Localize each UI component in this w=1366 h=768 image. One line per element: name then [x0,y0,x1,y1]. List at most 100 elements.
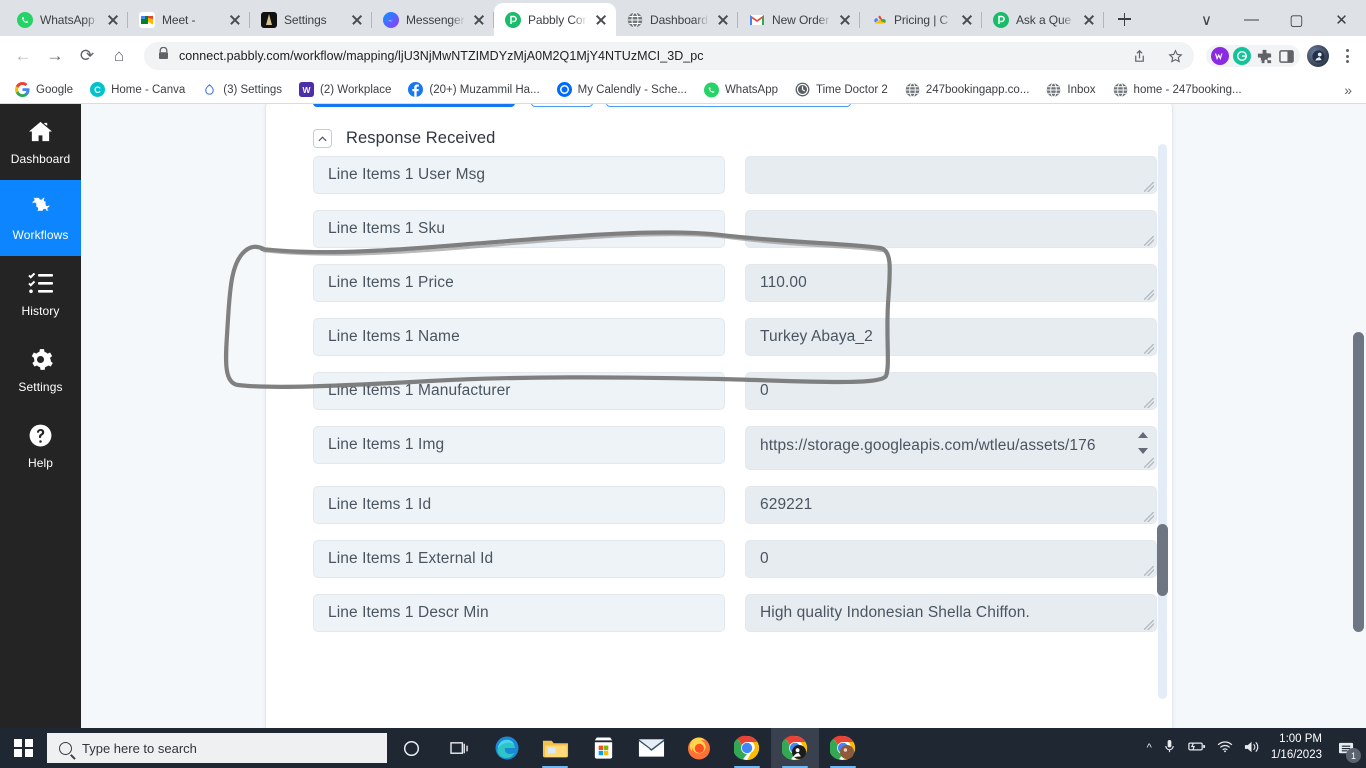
browser-tab-9[interactable]: Ask a Que [982,3,1104,36]
close-icon[interactable] [838,13,852,27]
tray-chevron-icon[interactable]: ^ [1147,742,1152,754]
close-icon[interactable] [106,13,120,27]
taskbar-app-google-chrome-icon-2[interactable] [771,728,819,768]
tab-search-chevron-icon[interactable]: ∨ [1184,3,1229,36]
bookmark-item[interactable]: Time Doctor 2 [788,79,895,100]
resize-grip-icon[interactable] [1144,344,1154,354]
sidebar-item-history[interactable]: History [0,256,81,332]
forward-button[interactable]: → [40,41,70,71]
sidebar-item-settings[interactable]: Settings [0,332,81,408]
bookmark-item[interactable]: Inbox [1039,79,1102,100]
share-icon[interactable] [1126,43,1152,69]
home-button[interactable]: ⌂ [104,41,134,71]
three-dot-menu-icon[interactable] [1336,45,1358,67]
bookmark-item[interactable]: (3) Settings [195,79,289,100]
secondary-small-button[interactable] [531,104,593,107]
resize-grip-icon[interactable] [1144,458,1154,468]
bookmark-item[interactable]: WhatsApp [697,79,785,100]
search-input[interactable]: Type here to search [47,733,387,763]
resize-grip-icon[interactable] [1144,236,1154,246]
field-value-textarea[interactable]: 629221 [745,486,1157,524]
field-key-input[interactable]: Line Items 1 Descr Min [313,594,725,632]
field-value-textarea[interactable]: https://storage.googleapis.com/wtleu/ass… [745,426,1157,470]
field-key-input[interactable]: Line Items 1 Price [313,264,725,302]
puzzle-extensions-icon[interactable] [1255,47,1273,65]
address-bar[interactable]: connect.pabbly.com/workflow/mapping/ljU3… [144,42,1194,70]
close-window-button[interactable]: ✕ [1319,3,1364,36]
resize-grip-icon[interactable] [1144,182,1154,192]
close-icon[interactable] [960,13,974,27]
resize-grip-icon[interactable] [1144,290,1154,300]
bookmark-item[interactable]: Google [8,79,80,100]
browser-tab-8[interactable]: Pricing | C [860,3,982,36]
field-key-input[interactable]: Line Items 1 User Msg [313,156,725,194]
field-key-input[interactable]: Line Items 1 Id [313,486,725,524]
bookmark-item[interactable]: My Calendly - Sche... [550,79,694,100]
bookmark-item[interactable]: W (2) Workplace [292,79,398,100]
taskbar-app-google-chrome-icon[interactable] [723,728,771,768]
card-scrollbar-thumb[interactable] [1157,524,1168,596]
close-icon[interactable] [716,13,730,27]
taskbar-app-file-explorer-icon[interactable] [531,728,579,768]
field-value-textarea[interactable] [745,210,1157,248]
browser-tab-4[interactable]: Messenger [372,3,494,36]
maximize-button[interactable]: ▢ [1274,3,1319,36]
secondary-wide-button[interactable] [606,104,851,107]
browser-tab-5[interactable]: Pabbly Con [494,3,616,36]
wifi-icon[interactable] [1217,740,1233,756]
close-icon[interactable] [472,13,486,27]
reload-button[interactable]: ⟳ [72,41,102,71]
browser-tab-3[interactable]: Settings [250,3,372,36]
bookmark-item[interactable]: C Home - Canva [83,79,192,100]
field-value-textarea[interactable] [745,156,1157,194]
field-value-textarea[interactable]: 0 [745,372,1157,410]
field-key-input[interactable]: Line Items 1 Manufacturer [313,372,725,410]
close-icon[interactable] [1082,13,1096,27]
browser-tab-1[interactable]: WhatsApp [6,3,128,36]
field-key-input[interactable]: Line Items 1 External Id [313,540,725,578]
sidebar-item-help[interactable]: Help [0,408,81,484]
resize-grip-icon[interactable] [1144,620,1154,630]
chevron-up-icon[interactable] [313,129,332,148]
resize-grip-icon[interactable] [1144,566,1154,576]
bookmark-item[interactable]: (20+) Muzammil Ha... [401,79,546,100]
close-icon[interactable] [594,13,608,27]
card-scrollbar-track[interactable] [1158,144,1167,699]
grammarly-extension-icon[interactable] [1233,47,1251,65]
cortana-circle-icon[interactable] [387,728,435,768]
page-scrollbar-thumb[interactable] [1353,332,1364,632]
close-icon[interactable] [228,13,242,27]
field-value-textarea[interactable]: High quality Indonesian Shella Chiffon. [745,594,1157,632]
notification-icon[interactable]: 1 [1333,735,1361,763]
response-received-header[interactable]: Response Received [288,113,1152,156]
clock[interactable]: 1:00 PM 1/16/2023 [1271,732,1322,763]
star-icon[interactable] [1162,43,1188,69]
resize-grip-icon[interactable] [1144,398,1154,408]
field-key-input[interactable]: Line Items 1 Img [313,426,725,464]
value-spinner-icon[interactable] [1138,432,1150,454]
taskbar-app-microsoft-edge-icon[interactable] [483,728,531,768]
windows-start-icon[interactable] [0,728,47,768]
field-value-textarea[interactable]: 0 [745,540,1157,578]
sidebar-item-workflows[interactable]: Workflows [0,180,81,256]
battery-charging-icon[interactable] [1187,740,1206,756]
taskbar-app-google-chrome-icon-3[interactable] [819,728,867,768]
browser-tab-2[interactable]: Meet - [128,3,250,36]
speaker-icon[interactable] [1244,740,1260,757]
task-view-icon[interactable] [435,728,483,768]
taskbar-app-mail-icon[interactable] [627,728,675,768]
browser-tab-6[interactable]: Dashboard [616,3,738,36]
minimize-button[interactable]: — [1229,3,1274,36]
field-key-input[interactable]: Line Items 1 Sku [313,210,725,248]
taskbar-app-microsoft-store-icon[interactable] [579,728,627,768]
microphone-icon[interactable] [1163,739,1176,757]
field-key-input[interactable]: Line Items 1 Name [313,318,725,356]
primary-action-button[interactable] [313,104,515,107]
field-value-textarea[interactable]: 110.00 [745,264,1157,302]
resize-grip-icon[interactable] [1144,512,1154,522]
sidepanel-icon[interactable] [1277,47,1295,65]
browser-tab-7[interactable]: New Order [738,3,860,36]
profile-avatar[interactable] [1307,45,1329,67]
new-tab-button[interactable] [1110,5,1138,33]
sidebar-item-dashboard[interactable]: Dashboard [0,104,81,180]
